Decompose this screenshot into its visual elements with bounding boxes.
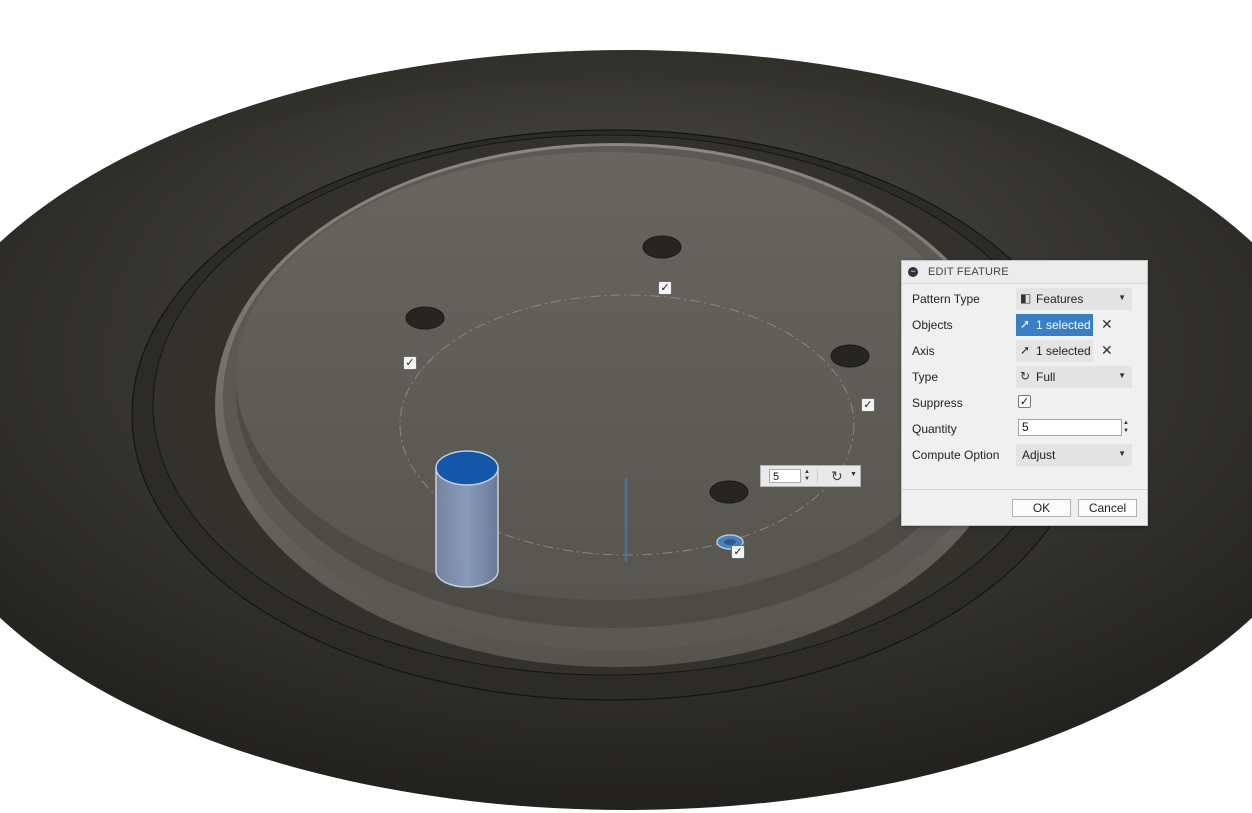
type-label: Type bbox=[912, 370, 939, 384]
type-dropdown[interactable]: ↻ Full ▼ bbox=[1016, 366, 1132, 388]
axis-value: 1 selected bbox=[1036, 344, 1091, 358]
plate-top bbox=[236, 152, 980, 600]
compute-option-label: Compute Option bbox=[912, 448, 1000, 462]
suppress-checkbox[interactable]: ✓ bbox=[1018, 395, 1031, 408]
pattern-type-value: Features bbox=[1036, 292, 1084, 306]
row-pattern-type: Pattern Type ◧ Features ▼ bbox=[902, 287, 1147, 311]
row-compute-option: Compute Option Adjust ▼ bbox=[902, 443, 1147, 467]
compute-option-value: Adjust bbox=[1022, 448, 1056, 462]
rotate-icon[interactable]: ↻ bbox=[831, 468, 843, 485]
chevron-down-icon[interactable]: ▼ bbox=[850, 471, 857, 478]
instance-checkbox[interactable]: ✓ bbox=[403, 356, 417, 370]
type-value: Full bbox=[1036, 370, 1056, 384]
feature-icon: ◧ bbox=[1020, 291, 1032, 305]
row-quantity: Quantity 5 ▲ ▼ bbox=[902, 417, 1147, 441]
divider bbox=[817, 469, 818, 483]
cancel-button[interactable]: Cancel bbox=[1078, 499, 1137, 517]
objects-clear-icon[interactable]: ✕ bbox=[1101, 316, 1113, 333]
hole-bottom bbox=[709, 480, 749, 504]
objects-selection-button[interactable]: ➚ 1 selected bbox=[1016, 314, 1093, 336]
row-objects: Objects ➚ 1 selected ✕ bbox=[902, 313, 1147, 337]
cursor-arrow-icon: ➚ bbox=[1020, 343, 1031, 357]
axis-clear-icon[interactable]: ✕ bbox=[1101, 342, 1113, 359]
divider bbox=[902, 489, 1147, 490]
ok-button[interactable]: OK bbox=[1012, 499, 1071, 517]
quantity-label: Quantity bbox=[912, 422, 957, 436]
objects-label: Objects bbox=[912, 318, 953, 332]
selected-cylinder-cap bbox=[435, 450, 499, 486]
axis-label: Axis bbox=[912, 344, 935, 358]
inline-quantity-widget[interactable]: 5 ▲ ▼ ↻ ▼ bbox=[760, 465, 861, 487]
hole-left bbox=[405, 306, 445, 330]
instance-checkbox[interactable]: ✓ bbox=[861, 398, 875, 412]
hole-right bbox=[830, 344, 870, 368]
quantity-stepper[interactable]: ▲ ▼ bbox=[1123, 419, 1131, 435]
suppress-label: Suppress bbox=[912, 396, 963, 410]
dialog-title: EDIT FEATURE bbox=[928, 266, 1009, 278]
cursor-arrow-icon: ➚ bbox=[1020, 317, 1031, 331]
pattern-type-label: Pattern Type bbox=[912, 292, 980, 306]
row-type: Type ↻ Full ▼ bbox=[902, 365, 1147, 389]
instance-checkbox[interactable]: ✓ bbox=[658, 281, 672, 295]
dialog-titlebar[interactable]: − EDIT FEATURE bbox=[902, 261, 1147, 284]
compute-option-dropdown[interactable]: Adjust ▼ bbox=[1016, 444, 1132, 466]
minimize-icon[interactable]: − bbox=[908, 267, 918, 277]
quantity-input[interactable]: 5 bbox=[1018, 419, 1122, 436]
inline-quantity-input[interactable]: 5 bbox=[769, 469, 801, 483]
inline-quantity-spinner[interactable]: ▲ ▼ bbox=[802, 469, 812, 483]
chevron-down-icon: ▼ bbox=[1118, 449, 1126, 458]
chevron-down-icon: ▼ bbox=[1118, 293, 1126, 302]
rotate-icon: ↻ bbox=[1020, 369, 1031, 383]
pattern-type-dropdown[interactable]: ◧ Features ▼ bbox=[1016, 288, 1132, 310]
edit-feature-dialog: − EDIT FEATURE Pattern Type ◧ Features ▼… bbox=[901, 260, 1148, 526]
row-axis: Axis ➚ 1 selected ✕ bbox=[902, 339, 1147, 363]
hole-top bbox=[642, 235, 682, 259]
axis-selection-button[interactable]: ➚ 1 selected bbox=[1016, 340, 1093, 362]
selected-cylinder-body[interactable] bbox=[435, 467, 499, 588]
chevron-down-icon: ▼ bbox=[1118, 371, 1126, 380]
row-suppress: Suppress ✓ bbox=[902, 391, 1147, 415]
instance-checkbox[interactable]: ✓ bbox=[731, 545, 745, 559]
objects-value: 1 selected bbox=[1036, 318, 1091, 332]
